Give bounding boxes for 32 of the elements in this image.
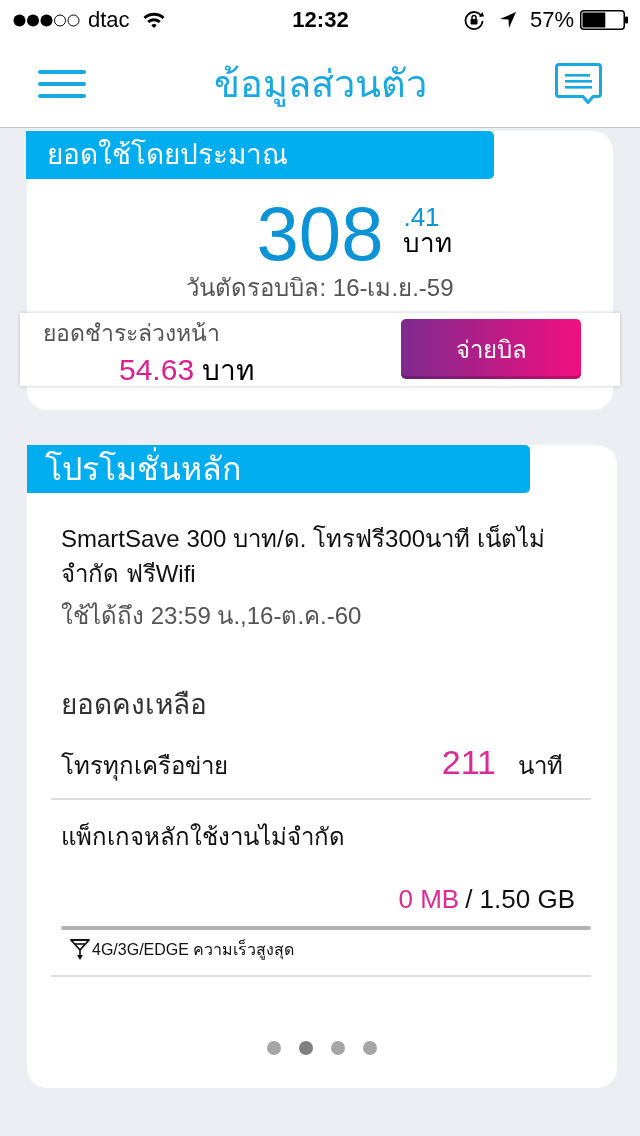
balance-title: ยอดคงเหลือ [61,688,208,722]
carrier-name: dtac [88,7,130,33]
balance-label: แพ็กเกจหลักใช้งานไม่จำกัด [61,821,345,852]
data-total: / 1.50 GB [465,883,575,916]
balance-label: โทรทุกเครือข่าย [61,751,229,783]
signal-strength-icon [13,13,80,27]
menu-icon[interactable] [38,69,86,98]
balance-unit: นาที [518,751,563,781]
page-title: ข้อมูลส่วนตัว [213,61,427,107]
amount-text: 308 [256,196,384,272]
currency-label: บาท [202,354,255,388]
advance-payment-amount: 54.63 [119,353,195,387]
antenna-icon [70,939,90,961]
balance-value: 211 [441,742,496,782]
network-note: 4G/3G/EDGE ความเร็วสูงสุด [92,939,295,961]
currency-label: บาท [403,229,453,257]
clock-time: 12:32 [292,7,349,33]
rotation-lock-icon [463,10,484,30]
message-icon[interactable] [555,62,602,105]
battery-percentage: 57% [529,7,574,33]
billing-date-text: วันตัดรอบบิล: 16-เม.ย.-59 [186,273,454,303]
section-header: ยอดใช้โดยประมาณ [26,131,494,179]
promotion-description: SmartSave 300 บาท/ด. โทรฟรี300นาที เน็ตไม่จำกัด ฟรีWifi [61,523,546,589]
validity-text: ใช้ได้ถึง 23:59 น.,16-ต.ค.-60 [61,601,363,631]
data-used: 0 MB [398,883,460,916]
amount-decimals: .41 [403,205,440,229]
battery-icon [580,10,628,30]
location-arrow-icon [499,12,516,28]
section-header: โปรโมชั่นหลัก [27,445,530,493]
pay-bill-button[interactable]: จ่ายบิล [401,319,581,379]
wifi-icon [142,12,165,28]
advance-payment-label: ยอดชำระล่วงหน้า [43,319,220,347]
